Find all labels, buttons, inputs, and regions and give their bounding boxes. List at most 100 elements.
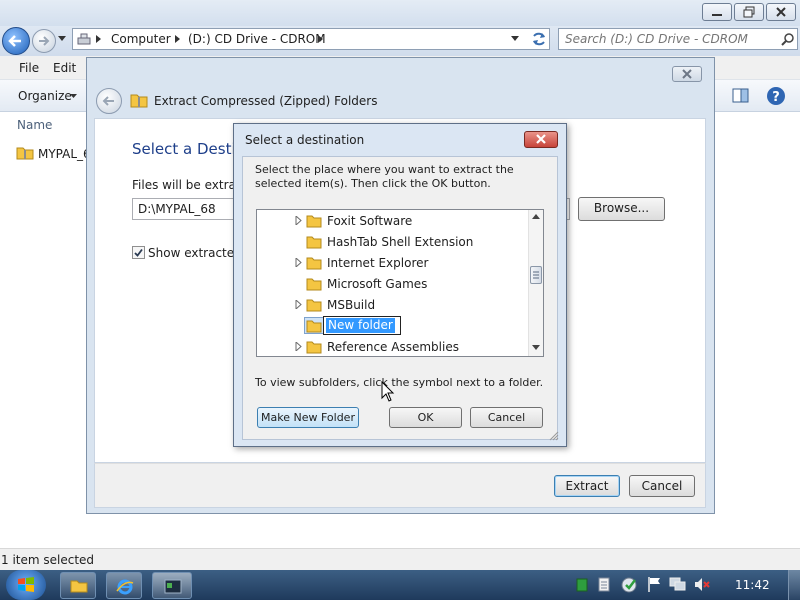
green-status-icon[interactable] — [576, 578, 588, 592]
document-icon[interactable] — [598, 577, 610, 592]
windows-logo-icon — [18, 577, 34, 592]
chevron-right-icon — [318, 35, 323, 43]
action-center-flag-icon[interactable] — [647, 576, 662, 593]
tree-item-label: HashTab Shell Extension — [327, 235, 474, 249]
status-bar: 1 item selected — [0, 548, 800, 570]
expand-arrow-icon[interactable] — [295, 342, 302, 351]
address-bar[interactable]: Computer (D:) CD Drive - CDROM — [72, 28, 550, 50]
scroll-thumb[interactable] — [530, 266, 542, 284]
chevron-down-icon — [70, 94, 77, 98]
minimize-button[interactable] — [702, 3, 732, 21]
ok-button[interactable]: OK — [389, 407, 462, 428]
tree-item-microsoft-games[interactable]: Microsoft Games — [257, 274, 527, 295]
dialog-instruction: Select the place where you want to extra… — [255, 163, 514, 190]
zip-folder-icon — [130, 94, 148, 108]
chevron-right-icon — [175, 35, 180, 43]
tree-item-label: MSBuild — [327, 298, 376, 312]
folder-tree[interactable]: Foxit Software HashTab Shell Extension I… — [256, 209, 544, 357]
tree-item-internet-explorer[interactable]: Internet Explorer — [257, 253, 527, 274]
rename-textbox[interactable]: New folder — [323, 316, 401, 335]
destination-path-value: D:\MYPAL_68 — [138, 202, 216, 216]
help-icon[interactable]: ? — [766, 86, 786, 106]
folder-icon — [70, 580, 88, 593]
expand-arrow-icon[interactable] — [295, 258, 302, 267]
resize-grip-icon[interactable] — [549, 431, 559, 441]
forward-arrow-icon — [39, 36, 50, 46]
back-button[interactable] — [2, 27, 30, 55]
dialog-cancel-button[interactable]: Cancel — [470, 407, 543, 428]
wizard-close-button[interactable] — [672, 66, 702, 82]
folder-icon — [306, 257, 322, 270]
restore-button[interactable] — [734, 3, 764, 21]
folder-icon — [306, 299, 322, 312]
security-check-icon[interactable] — [621, 576, 639, 593]
checkmark-icon — [134, 248, 143, 257]
search-box[interactable] — [558, 28, 798, 50]
network-icon[interactable] — [669, 577, 687, 592]
status-text: 1 item selected — [1, 553, 95, 567]
folder-icon — [306, 320, 322, 333]
breadcrumb-computer[interactable]: Computer — [111, 32, 171, 46]
rename-text-selected: New folder — [326, 318, 395, 333]
chevron-right-icon — [96, 35, 101, 43]
dialog-hint: To view subfolders, click the symbol nex… — [255, 376, 544, 389]
show-extracted-checkbox[interactable] — [132, 246, 145, 259]
wizard-back-button[interactable] — [96, 88, 122, 114]
grip-icon — [533, 271, 539, 279]
restore-icon — [743, 6, 755, 18]
close-icon — [682, 69, 692, 79]
chevron-down-icon — [58, 36, 66, 41]
menu-edit[interactable]: Edit — [53, 61, 76, 75]
folder-icon — [306, 236, 322, 249]
tree-item-label: Internet Explorer — [327, 256, 429, 270]
destination-path-field[interactable]: D:\MYPAL_68 — [132, 198, 242, 220]
window-app-icon — [164, 579, 182, 594]
extract-button[interactable]: Extract — [554, 475, 620, 497]
tree-item-new-folder[interactable]: New folder — [257, 316, 527, 337]
dialog-close-button[interactable] — [524, 131, 558, 148]
column-header-name[interactable]: Name — [17, 118, 52, 132]
preview-pane-icon[interactable] — [732, 88, 750, 104]
forward-button[interactable] — [32, 29, 56, 53]
recent-pages-button[interactable] — [58, 36, 67, 42]
wizard-cancel-button[interactable]: Cancel — [629, 475, 695, 497]
title-bar — [0, 0, 800, 26]
show-desktop-button[interactable] — [788, 570, 800, 600]
close-button[interactable] — [766, 3, 796, 21]
tree-item-label: Foxit Software — [327, 214, 413, 228]
tree-item-label: Reference Assemblies — [327, 340, 459, 354]
start-button[interactable] — [6, 570, 46, 600]
back-arrow-icon — [8, 35, 21, 47]
refresh-button[interactable] — [528, 28, 550, 50]
drive-icon — [77, 33, 91, 45]
menu-file[interactable]: File — [19, 61, 39, 75]
chevron-down-icon[interactable] — [511, 36, 520, 42]
refresh-icon — [533, 32, 545, 46]
browse-button[interactable]: Browse... — [578, 197, 665, 221]
close-icon — [536, 134, 546, 144]
tree-item-foxit-software[interactable]: Foxit Software — [257, 211, 527, 232]
search-input[interactable] — [563, 31, 773, 47]
scroll-up-arrow-icon[interactable] — [532, 214, 540, 220]
taskbar-explorer-button[interactable] — [60, 572, 96, 599]
file-item-label[interactable]: MYPAL_6 — [38, 147, 91, 161]
breadcrumb-cd-drive[interactable]: (D:) CD Drive - CDROM — [188, 32, 326, 46]
expand-arrow-icon[interactable] — [295, 300, 302, 309]
taskbar-active-window-button[interactable] — [152, 572, 192, 599]
volume-muted-icon[interactable] — [693, 576, 711, 593]
taskbar-clock[interactable]: 11:42 — [735, 578, 770, 592]
taskbar-ie-button[interactable] — [106, 572, 142, 599]
make-new-folder-button[interactable]: Make New Folder — [257, 407, 359, 428]
folder-icon — [306, 278, 322, 291]
tree-item-hashtab-shell-extension[interactable]: HashTab Shell Extension — [257, 232, 527, 253]
organize-button[interactable]: Organize — [18, 89, 72, 103]
back-arrow-icon — [102, 96, 114, 106]
close-icon — [776, 7, 786, 17]
tree-item-msbuild[interactable]: MSBuild — [257, 295, 527, 316]
tree-scrollbar[interactable] — [528, 210, 543, 356]
search-icon — [781, 33, 794, 46]
scroll-down-arrow-icon[interactable] — [532, 345, 540, 351]
minimize-icon — [712, 14, 722, 16]
tree-item-reference-assemblies[interactable]: Reference Assemblies — [257, 337, 527, 356]
expand-arrow-icon[interactable] — [295, 216, 302, 225]
